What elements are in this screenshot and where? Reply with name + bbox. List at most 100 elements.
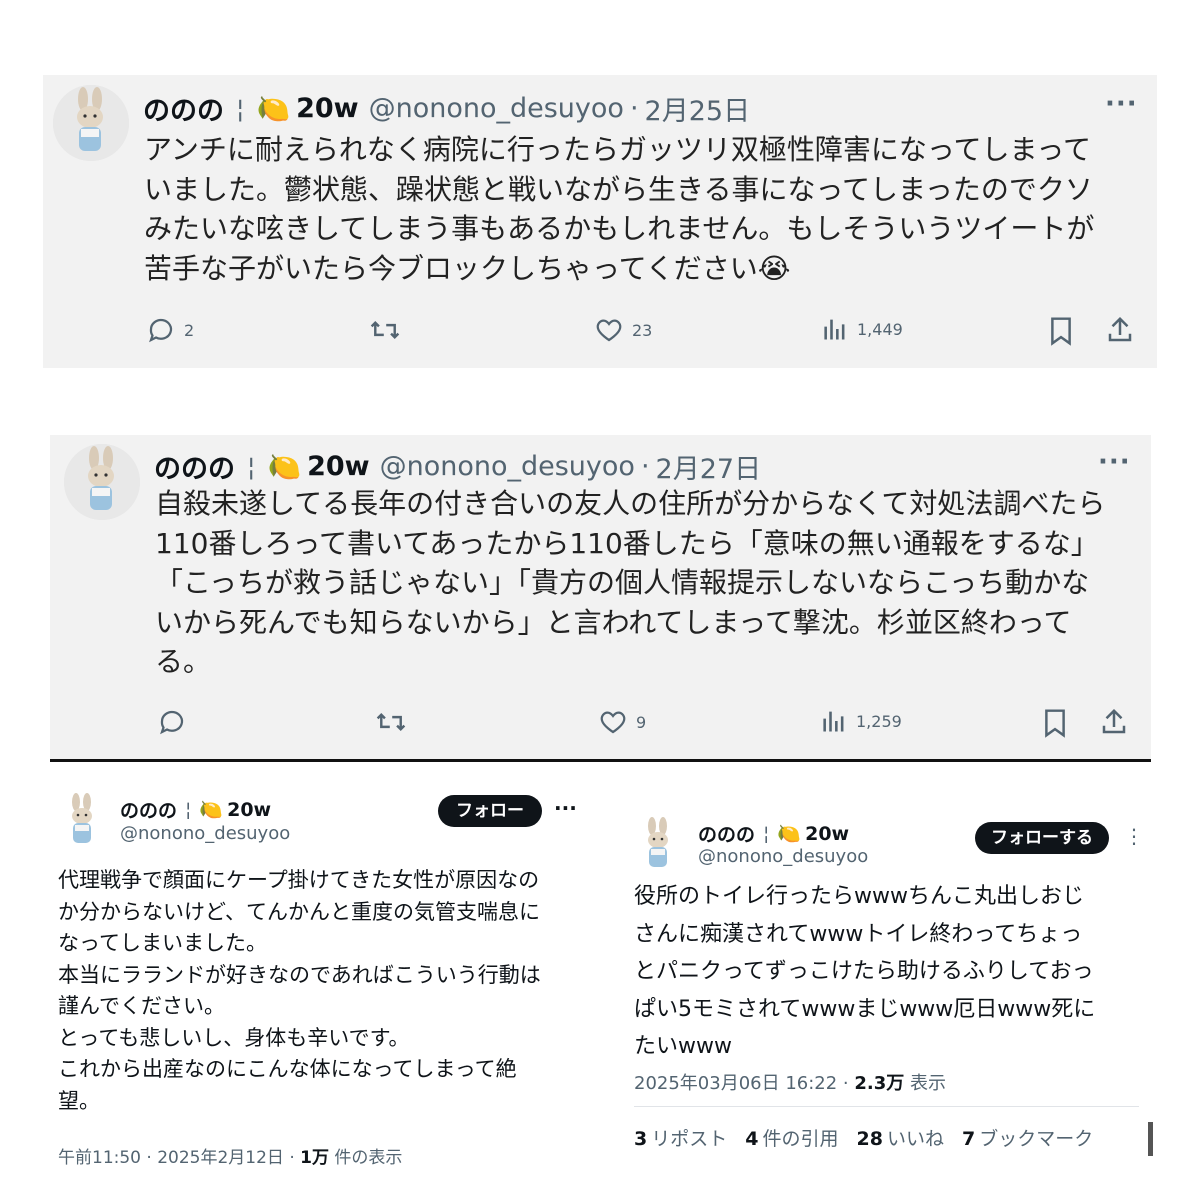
bookmark-stat[interactable]: 7 ブックマーク	[962, 1124, 1093, 1151]
like-count: 9	[636, 712, 647, 732]
display-name[interactable]: ののの	[143, 89, 224, 128]
reply-icon	[149, 318, 173, 343]
tweet-text-line: いました。鬱状態、躁状態と戦いながら生きる事になってしまったのでクソ	[144, 172, 1093, 206]
repost-stat[interactable]: 3 リポスト	[634, 1124, 727, 1151]
repost-label: リポスト	[651, 1128, 728, 1150]
tweet-text-line: とパニクってずっこけたら助けるふりしておっ	[634, 959, 1094, 984]
tweet-date[interactable]: 2月25日	[645, 89, 751, 128]
display-name-row: ののの ¦ 🍋 20w	[120, 796, 271, 823]
reply-count: 2	[184, 320, 195, 340]
lemon-emoji-icon: 🍋	[267, 451, 302, 483]
tweet-text-line: アンチに耐えられなく病院に行ったらガッツリ双極性障害になってしまって	[144, 133, 1091, 166]
like-label: いいね	[886, 1128, 944, 1150]
user-handle[interactable]: @nonono_desuyoo	[380, 451, 635, 482]
tweet-text-line: たいwww	[634, 1034, 732, 1059]
user-handle[interactable]: @nonono_desuyoo	[120, 823, 290, 844]
bookmark-icon	[1051, 317, 1071, 346]
tweet-text-line: 「こっちが救う話じゃない」「貴方の個人情報提示しないならこっち動かな	[155, 566, 1090, 599]
user-handle[interactable]: @nonono_desuyoo	[369, 93, 624, 124]
tweet-date[interactable]: 2月27日	[656, 447, 762, 486]
like-button[interactable]: 23	[594, 315, 652, 345]
engagement-stats: 3 リポスト 4 件の引用 28 いいね 7 ブックマーク	[634, 1124, 1093, 1151]
views-label: 表示	[904, 1073, 947, 1094]
name-separator: ¦	[185, 798, 192, 821]
share-button[interactable]	[1099, 707, 1129, 737]
more-options-icon[interactable]: ⋮	[1124, 824, 1144, 848]
tweet-text-line: なってしまいました。	[58, 931, 267, 955]
follow-button[interactable]: フォローする	[975, 822, 1109, 854]
quote-stat[interactable]: 4 件の引用	[745, 1124, 838, 1151]
like-stat[interactable]: 28 いいね	[857, 1124, 944, 1151]
avatar[interactable]	[64, 444, 140, 520]
tweet-header: ののの ¦ 🍋 20w @nonono_desuyoo · 2月27日	[154, 447, 761, 486]
more-options-icon[interactable]: ···	[1098, 447, 1131, 477]
tweet-text-line: 苦手な子がいたら今ブロックしちゃってください😭	[144, 251, 791, 285]
more-options-icon[interactable]: ···	[1105, 89, 1138, 119]
analytics-icon	[823, 711, 844, 732]
tweet-text-line: これから出産なのにこんな体になってしまって絶	[58, 1057, 517, 1081]
views-button[interactable]: 1,259	[820, 707, 902, 735]
dot-separator: ·	[629, 93, 639, 124]
bookmark-icon	[1045, 709, 1065, 738]
name-badge: 20w	[307, 451, 370, 482]
tweet-card-1: ののの ¦ 🍋 20w @nonono_desuyoo · 2月25日 ··· …	[43, 75, 1157, 368]
lemon-emoji-icon: 🍋	[256, 93, 291, 125]
user-handle[interactable]: @nonono_desuyoo	[698, 846, 868, 867]
bookmark-button[interactable]	[1047, 315, 1075, 347]
share-icon	[1102, 708, 1126, 734]
share-icon	[1108, 316, 1132, 342]
share-button[interactable]	[1105, 315, 1135, 345]
tweet-meta: 午前11:50 · 2025年2月12日 · 1万 件の表示	[58, 1143, 402, 1168]
view-count: 1,259	[856, 711, 902, 731]
tweet-text-line: とっても悲しいし、身体も辛いです。	[58, 1025, 410, 1050]
reply-button[interactable]	[157, 707, 195, 737]
name-separator: ¦	[763, 822, 770, 845]
display-name[interactable]: ののの	[154, 447, 235, 486]
lemon-emoji-icon: 🍋	[777, 823, 802, 845]
retweet-button[interactable]	[368, 315, 410, 345]
like-count: 23	[632, 320, 653, 340]
timestamp[interactable]: 2025年03月06日 16:22 ·	[634, 1073, 854, 1094]
name-badge: 20w	[296, 93, 359, 124]
quote-count: 4	[745, 1128, 759, 1150]
name-separator: ¦	[236, 94, 245, 123]
follow-button[interactable]: フォロー	[438, 795, 542, 827]
tweet-text-line: 110番しろって書いてあったから110番したら「意味の無い通報をするな」	[155, 526, 1099, 560]
like-button[interactable]: 9	[598, 707, 646, 737]
tweet-meta: 2025年03月06日 16:22 · 2.3万 表示	[634, 1069, 946, 1095]
more-options-icon[interactable]: ···	[554, 796, 577, 820]
like-count: 28	[856, 1128, 883, 1150]
avatar[interactable]	[58, 792, 106, 850]
bunny-avatar-icon	[72, 793, 92, 843]
avatar[interactable]	[53, 85, 129, 161]
tweet-text-line: 代理戦争で顔面にケープ掛けてきた女性が原因なの	[58, 868, 540, 892]
view-count: 1,449	[857, 319, 903, 339]
bookmark-button[interactable]	[1041, 707, 1069, 739]
bookmark-count: 7	[961, 1128, 976, 1150]
display-name[interactable]: ののの	[698, 820, 755, 847]
tweet-text-line: 望。	[58, 1088, 100, 1113]
views-count: 2.3万	[854, 1073, 905, 1094]
scrollbar[interactable]	[1148, 1122, 1153, 1156]
avatar[interactable]	[634, 816, 682, 874]
views-button[interactable]: 1,449	[821, 315, 903, 343]
tweet-text-line: 自殺未遂してる長年の付き合いの友人の住所が分からなくて対処法調べたら	[155, 487, 1106, 520]
display-name-row: ののの ¦ 🍋 20w	[698, 820, 849, 847]
reply-button[interactable]: 2	[146, 315, 194, 345]
tweet-text-line: 本当にラランドが好きなのであればこういう行動は	[58, 962, 541, 987]
name-badge: 20w	[805, 822, 850, 845]
display-name[interactable]: ののの	[120, 796, 177, 823]
bunny-avatar-icon	[648, 817, 668, 867]
analytics-icon	[824, 319, 845, 340]
timestamp[interactable]: 午前11:50 · 2025年2月12日 ·	[58, 1148, 300, 1168]
tweet-text-line: いから死んでも知らないから」と言われてしまって撃沈。杉並区終わって	[155, 605, 1072, 639]
heart-icon	[596, 319, 622, 342]
bunny-avatar-icon	[64, 444, 140, 520]
tweet-text: 役所のトイレ行ったらwwwちんこ丸出しおじ さんに痴漢されてwwwトイレ終わって…	[634, 878, 1095, 1066]
views-count: 1万	[300, 1148, 329, 1168]
bunny-avatar-icon	[53, 85, 129, 161]
tweet-text: 代理戦争で顔面にケープ掛けてきた女性が原因なの か分からないけど、てんかんと重度…	[58, 865, 541, 1117]
retweet-button[interactable]	[374, 707, 416, 737]
tweet-text-line: さんに痴漢されてwwwトイレ終わってちょっ	[634, 921, 1083, 947]
tweet-card-2: ののの ¦ 🍋 20w @nonono_desuyoo · 2月27日 ··· …	[50, 435, 1151, 762]
